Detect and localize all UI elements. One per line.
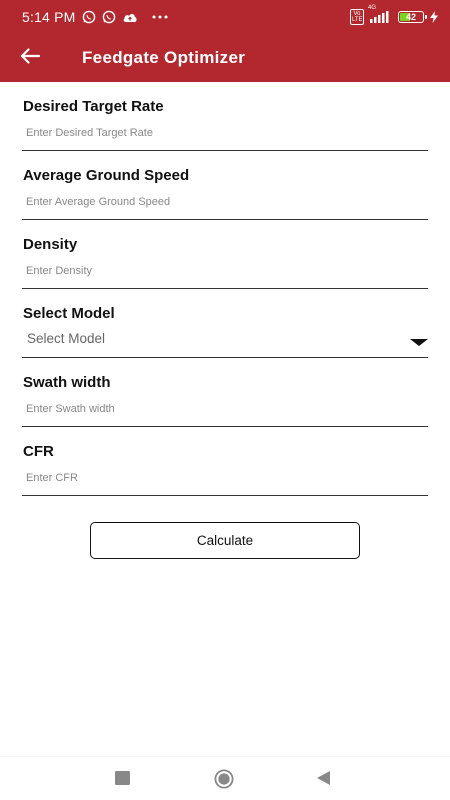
system-nav-bar	[0, 756, 450, 800]
caret-down-icon[interactable]	[410, 339, 428, 346]
home-circle-icon[interactable]	[214, 769, 234, 789]
density-field: Density	[22, 220, 428, 289]
status-bar-right: Vo LTE 4G 42	[350, 5, 438, 25]
recents-square-icon[interactable]	[115, 771, 130, 785]
field-label: Swath width	[23, 374, 111, 391]
cloud-upload-icon	[122, 11, 138, 23]
charging-bolt-icon	[430, 11, 438, 23]
calculate-button[interactable]: Calculate	[90, 522, 360, 559]
battery-level: 42	[405, 12, 416, 22]
average-ground-speed-field: Average Ground Speed	[22, 151, 428, 220]
back-triangle-icon[interactable]	[317, 771, 331, 785]
average-ground-speed-input[interactable]	[26, 192, 416, 212]
app-bar: Feedgate Optimizer	[0, 34, 450, 82]
field-label: Desired Target Rate	[23, 98, 164, 115]
select-model-dropdown[interactable]: Select Model	[27, 331, 105, 346]
field-label: Density	[23, 236, 78, 253]
cfr-field: CFR	[22, 427, 428, 496]
status-time: 5:14 PM	[22, 9, 76, 25]
more-dots-icon	[152, 15, 168, 19]
network-type-label: 4G	[368, 5, 377, 11]
desired-target-rate-input[interactable]	[26, 123, 416, 143]
page-title: Feedgate Optimizer	[82, 48, 246, 67]
back-button[interactable]	[0, 34, 60, 82]
status-bar: 5:14 PM Vo LTE 4G 42	[0, 0, 450, 34]
field-label: Average Ground Speed	[23, 167, 190, 184]
status-bar-left: 5:14 PM	[22, 9, 168, 25]
battery-icon: 42	[398, 11, 427, 23]
field-label: CFR	[23, 443, 54, 460]
density-input[interactable]	[26, 261, 416, 281]
feedgate-form: Desired Target Rate Average Ground Speed…	[22, 82, 428, 496]
battery-tip	[425, 15, 427, 19]
select-model-field[interactable]: Select Model Select Model	[22, 289, 428, 358]
whatsapp-icon	[82, 10, 96, 24]
screen: 5:14 PM Vo LTE 4G 42 Feedgate Optimizer …	[0, 0, 450, 800]
swath-width-input[interactable]	[26, 399, 416, 419]
field-label: Select Model	[23, 305, 115, 322]
arrow-left-icon	[20, 47, 41, 69]
desired-target-rate-field: Desired Target Rate	[22, 82, 428, 151]
swath-width-field: Swath width	[22, 358, 428, 427]
cfr-input[interactable]	[26, 468, 416, 488]
whatsapp-icon	[102, 10, 116, 24]
signal-icon: 4G	[368, 5, 392, 23]
volte-badge: Vo LTE	[350, 9, 364, 25]
